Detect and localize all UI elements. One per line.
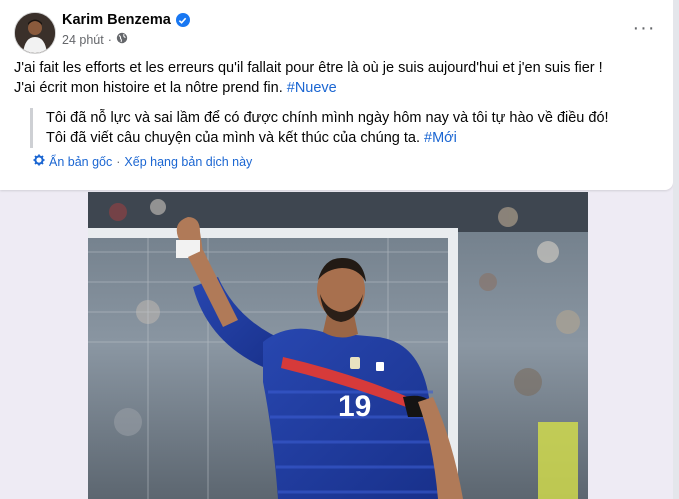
scrollbar-track[interactable] (673, 0, 679, 499)
translation-hashtag-link[interactable]: #Mới (424, 130, 457, 146)
translation-line-2-content: Tôi đã viết câu chuyện của mình và kết t… (46, 130, 425, 146)
ellipsis-icon: ··· (632, 16, 656, 39)
translation-line-1: Tôi đã nỗ lực và sai lầm để có được chín… (46, 110, 609, 126)
rate-translation-link[interactable]: Xếp hạng bản dịch này (124, 155, 252, 169)
link-separator: · (116, 154, 121, 169)
hashtag-link[interactable]: #Nueve (287, 80, 337, 96)
post-text: J'ai fait les efforts et les erreurs qu'… (14, 59, 654, 98)
globe-icon[interactable] (116, 32, 128, 47)
post-text-line-2-content: J'ai écrit mon histoire et la nôtre pren… (14, 79, 287, 96)
author-name[interactable]: Karim Benzema (62, 12, 171, 28)
translation-line-2: Tôi đã viết câu chuyện của mình và kết t… (46, 128, 666, 148)
gear-icon[interactable] (33, 154, 45, 169)
verified-badge-icon (175, 13, 190, 27)
benzema-celebration-image: 19 (88, 192, 588, 499)
post-photo[interactable]: 19 (88, 192, 588, 499)
author-avatar[interactable] (14, 12, 56, 54)
post-text-line-2: J'ai écrit mon histoire et la nôtre pren… (14, 79, 654, 99)
post-timestamp[interactable]: 24 phút (62, 33, 104, 47)
hide-original-link[interactable]: Ẩn bản gốc (49, 155, 112, 169)
post-text-line-1: J'ai fait les efforts et les erreurs qu'… (14, 60, 603, 76)
translation-block: Tôi đã nỗ lực và sai lầm để có được chín… (30, 108, 666, 148)
post-card: Karim Benzema 24 phút · ··· J'ai fait le… (0, 0, 673, 190)
more-options-button[interactable]: ··· (628, 14, 660, 42)
jersey-number: 19 (338, 390, 371, 423)
translation-controls: Ẩn bản gốc · Xếp hạng bản dịch này (33, 154, 252, 169)
